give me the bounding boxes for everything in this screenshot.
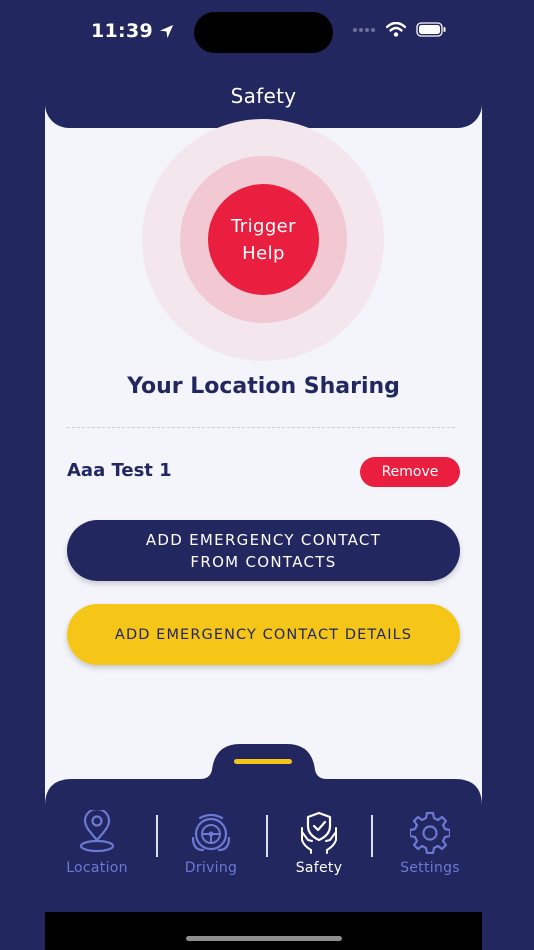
nav-item-location[interactable]: Location	[47, 810, 147, 880]
contact-name: Aaa Test 1	[67, 460, 172, 481]
nav-label-settings: Settings	[400, 860, 460, 876]
shield-hands-icon	[301, 811, 337, 854]
nav-label-driving: Driving	[184, 860, 238, 876]
steering-wheel-icon	[191, 813, 231, 852]
nav-item-safety[interactable]: Safety	[269, 810, 369, 880]
page-title: Safety	[230, 84, 297, 108]
add-from-contacts-button[interactable]: ADD EMERGENCY CONTACT FROM CONTACTS	[67, 520, 460, 581]
nav-handle[interactable]	[234, 759, 292, 764]
section-title: Your Location Sharing	[127, 374, 400, 399]
phone-screen: 11:39 Safety Trigger Help Your Location …	[45, 0, 482, 950]
add-contact-details-button[interactable]: ADD EMERGENCY CONTACT DETAILS	[67, 604, 460, 665]
nav-label-location: Location	[66, 860, 128, 876]
trigger-help-button[interactable]: Trigger Help	[208, 184, 319, 295]
home-bar-area	[45, 912, 482, 950]
nav-separator	[266, 815, 268, 857]
status-time: 11:39	[91, 20, 174, 42]
gear-icon	[410, 811, 450, 854]
location-pin-icon	[79, 810, 115, 853]
status-time-text: 11:39	[91, 20, 153, 42]
trigger-label-line1: Trigger	[231, 215, 296, 237]
header: 11:39 Safety	[45, 0, 482, 128]
status-indicators	[352, 22, 446, 37]
nav-label-safety: Safety	[295, 860, 343, 876]
wifi-icon	[386, 22, 406, 37]
dynamic-island	[194, 12, 333, 53]
trigger-label-line2: Help	[242, 242, 285, 264]
nav-separator	[156, 815, 158, 857]
battery-icon	[416, 22, 446, 37]
home-indicator[interactable]	[186, 936, 342, 941]
nav-item-settings[interactable]: Settings	[380, 810, 480, 880]
remove-contact-button[interactable]: Remove	[360, 457, 460, 487]
signal-dots-icon	[353, 27, 375, 32]
dashed-divider	[67, 427, 455, 428]
nav-item-driving[interactable]: Driving	[161, 810, 261, 880]
location-arrow-icon	[159, 24, 174, 38]
nav-separator	[371, 815, 373, 857]
